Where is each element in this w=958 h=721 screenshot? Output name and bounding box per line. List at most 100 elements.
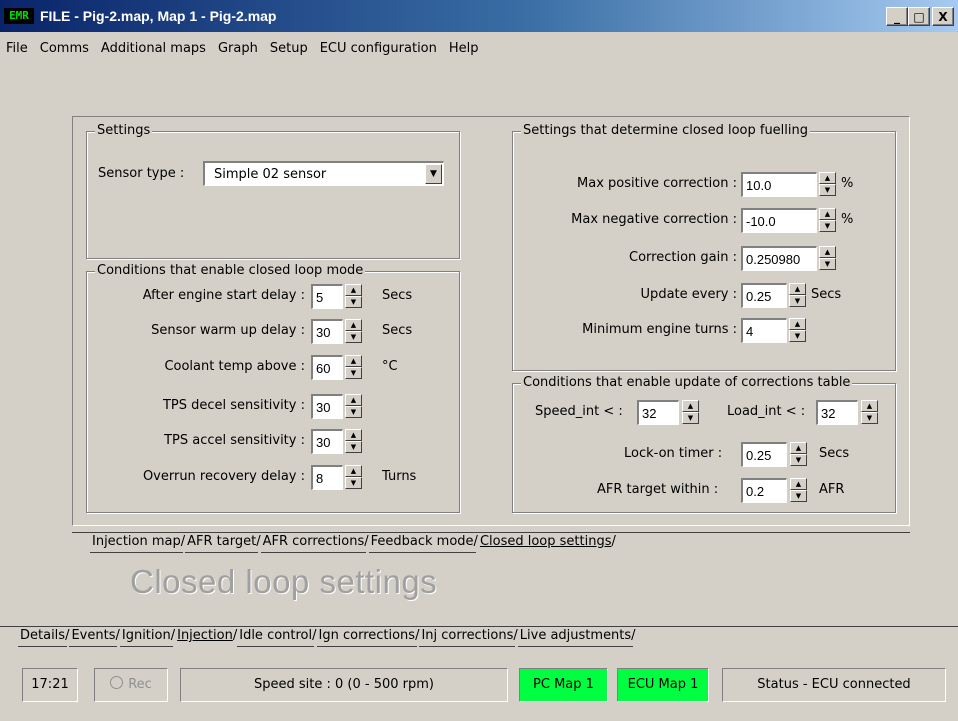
ecu-map-indicator: ECU Map 1 — [617, 668, 709, 702]
spin-up-icon[interactable]: ▲ — [345, 319, 362, 331]
spin-down-icon[interactable]: ▼ — [682, 412, 699, 424]
tab-ign-corrections[interactable]: Ign corrections — [316, 627, 418, 647]
tab-idle-control[interactable]: Idle control — [237, 627, 315, 647]
menu-graph[interactable]: Graph — [212, 38, 264, 60]
spin-down-icon[interactable]: ▼ — [819, 220, 836, 232]
speed-int-input[interactable] — [637, 400, 679, 425]
spin-down-icon[interactable]: ▼ — [345, 406, 362, 418]
close-button[interactable]: X — [932, 7, 954, 26]
spin-up-icon[interactable]: ▲ — [790, 478, 807, 490]
menu-file[interactable]: File — [0, 38, 34, 60]
window-title: FILE - Pig-2.map, Map 1 - Pig-2.map — [40, 8, 277, 24]
rec-button[interactable]: Rec — [94, 668, 168, 702]
connection-status: Status - ECU connected — [722, 668, 946, 702]
fuelling-setting-label: Minimum engine turns : — [582, 322, 737, 337]
spin-up-icon[interactable]: ▲ — [682, 400, 699, 412]
spin-down-icon[interactable]: ▼ — [790, 454, 807, 466]
fuelling-setting-input[interactable] — [741, 172, 817, 197]
spin-up-icon[interactable]: ▲ — [819, 208, 836, 220]
menu-setup[interactable]: Setup — [264, 38, 314, 60]
closed-loop-conditions-legend: Conditions that enable closed loop mode — [95, 263, 366, 278]
fuelling-setting-input[interactable] — [741, 283, 787, 308]
page-title: Closed loop settings — [130, 563, 438, 600]
spin-down-icon[interactable]: ▼ — [819, 258, 836, 270]
spin-up-icon[interactable]: ▲ — [789, 318, 806, 330]
tab-feedback-mode[interactable]: Feedback mode — [368, 533, 476, 553]
spin-down-icon[interactable]: ▼ — [345, 477, 362, 489]
spin-down-icon[interactable]: ▼ — [789, 330, 806, 342]
spin-down-icon[interactable]: ▼ — [345, 331, 362, 343]
closed-loop-condition-input[interactable] — [311, 319, 343, 344]
lockon-timer-input[interactable] — [741, 442, 787, 467]
spin-up-icon[interactable]: ▲ — [345, 355, 362, 367]
clock-panel: 17:21 — [22, 668, 78, 702]
tab-afr-corrections[interactable]: AFR corrections — [260, 533, 367, 553]
fuelling-setting-unit: % — [841, 176, 854, 191]
closed-loop-condition-input[interactable] — [311, 394, 343, 419]
afr-target-input[interactable] — [741, 478, 787, 503]
sensor-type-select[interactable]: Simple 02 sensor ▼ — [203, 161, 444, 186]
minimize-button[interactable]: _ — [886, 7, 908, 26]
fuelling-setting-unit: Secs — [811, 287, 842, 302]
closed-loop-condition-label: TPS decel sensitivity : — [162, 398, 305, 413]
spin-up-icon[interactable]: ▲ — [790, 442, 807, 454]
tab-closed-loop-settings[interactable]: Closed loop settings — [477, 533, 614, 552]
spin-down-icon[interactable]: ▼ — [345, 441, 362, 453]
closed-loop-condition-label: Overrun recovery delay : — [142, 469, 305, 484]
app-icon: EMR — [4, 8, 34, 24]
spin-down-icon[interactable]: ▼ — [819, 184, 836, 196]
spin-up-icon[interactable]: ▲ — [345, 284, 362, 296]
load-int-input[interactable] — [816, 400, 858, 425]
tab-details[interactable]: Details — [18, 627, 68, 647]
closed-loop-condition-label: Coolant temp above : — [164, 359, 305, 374]
closed-loop-condition-input[interactable] — [311, 284, 343, 309]
load-int-label: Load_int < : — [727, 404, 806, 419]
tab-injection-map[interactable]: Injection map — [90, 533, 183, 553]
tab-ignition[interactable]: Ignition — [119, 627, 173, 647]
closed-loop-condition-input[interactable] — [311, 355, 343, 380]
sensor-type-label: Sensor type : — [98, 166, 185, 181]
fuelling-setting-input[interactable] — [741, 318, 787, 343]
tab-afr-target[interactable]: AFR target — [185, 533, 259, 553]
fuelling-setting-input[interactable] — [741, 208, 817, 233]
tab-live-adjustments[interactable]: Live adjustments — [517, 627, 634, 647]
closed-loop-condition-input[interactable] — [311, 465, 343, 490]
spin-down-icon[interactable]: ▼ — [789, 295, 806, 307]
tab-inj-corrections[interactable]: Inj corrections — [419, 627, 516, 647]
tab-injection[interactable]: Injection — [175, 627, 235, 646]
closed-loop-condition-label: After engine start delay : — [142, 288, 305, 303]
menu-comms[interactable]: Comms — [34, 38, 95, 60]
tab-events[interactable]: Events — [69, 627, 118, 647]
maximize-button[interactable]: □ — [908, 7, 930, 26]
spin-down-icon[interactable]: ▼ — [790, 490, 807, 502]
closed-loop-condition-unit: Turns — [382, 469, 417, 484]
spin-down-icon[interactable]: ▼ — [345, 367, 362, 379]
menu-help[interactable]: Help — [443, 38, 485, 60]
menu-additional-maps[interactable]: Additional maps — [95, 38, 212, 60]
spin-up-icon[interactable]: ▲ — [861, 400, 878, 412]
spin-up-icon[interactable]: ▲ — [345, 394, 362, 406]
spin-up-icon[interactable]: ▲ — [819, 172, 836, 184]
spin-down-icon[interactable]: ▼ — [861, 412, 878, 424]
closed-loop-condition-input[interactable] — [311, 429, 343, 454]
spin-up-icon[interactable]: ▲ — [789, 283, 806, 295]
spin-up-icon[interactable]: ▲ — [345, 465, 362, 477]
spin-up-icon[interactable]: ▲ — [819, 246, 836, 258]
tab-separator: / — [611, 534, 616, 549]
speed-site-panel: Speed site : 0 (0 - 500 rpm) — [180, 668, 508, 702]
record-icon — [110, 676, 124, 689]
menu-bar: File Comms Additional maps Graph Setup ECU co… — [0, 38, 485, 60]
fuelling-setting-label: Correction gain : — [629, 250, 737, 265]
lockon-timer-label: Lock-on timer : — [624, 446, 723, 461]
fuelling-setting-label: Update every : — [640, 287, 737, 302]
chevron-down-icon[interactable]: ▼ — [425, 164, 442, 184]
fuelling-setting-input[interactable] — [741, 246, 817, 271]
menu-ecu-configuration[interactable]: ECU configuration — [314, 38, 443, 60]
closed-loop-condition-label: Sensor warm up delay : — [151, 323, 305, 338]
spin-down-icon[interactable]: ▼ — [345, 296, 362, 308]
fuelling-setting-label: Max positive correction : — [577, 176, 737, 191]
settings-group: Settings — [86, 123, 460, 259]
corrections-update-legend: Conditions that enable update of correct… — [521, 375, 853, 390]
spin-up-icon[interactable]: ▲ — [345, 429, 362, 441]
closed-loop-condition-unit: Secs — [382, 288, 413, 303]
